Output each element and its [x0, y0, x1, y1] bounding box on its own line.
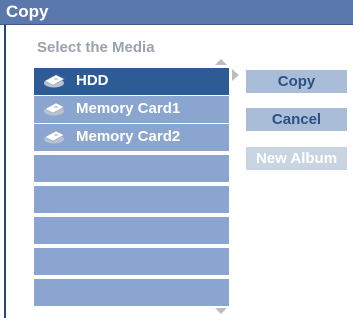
copy-dialog: Copy Select the Media HDD Memory Card1 M…	[0, 0, 353, 318]
cancel-button[interactable]: Cancel	[246, 108, 347, 131]
media-item-label: Memory Card1	[76, 100, 181, 117]
title-bar: Copy	[0, 0, 353, 25]
media-item-hdd[interactable]: HDD	[34, 68, 229, 95]
new-album-button[interactable]: New Album	[246, 147, 347, 170]
dialog-title: Copy	[6, 2, 49, 21]
copy-button[interactable]: Copy	[246, 70, 347, 93]
empty-list-row	[34, 217, 229, 244]
media-item-memory-card2[interactable]: Memory Card2	[34, 124, 229, 151]
empty-list-row	[34, 279, 229, 306]
left-border	[4, 25, 6, 318]
media-item-label: HDD	[76, 72, 109, 89]
selection-pointer-icon	[232, 69, 239, 81]
memory-card-icon	[44, 102, 65, 116]
empty-list-row	[34, 155, 229, 182]
hdd-disk-icon	[44, 74, 65, 88]
media-item-memory-card1[interactable]: Memory Card1	[34, 96, 229, 123]
empty-list-row	[34, 186, 229, 213]
memory-card-icon	[44, 130, 65, 144]
media-list-heading: Select the Media	[37, 39, 155, 56]
media-item-label: Memory Card2	[76, 128, 181, 145]
scroll-up-arrow-icon[interactable]	[215, 59, 227, 65]
scroll-down-arrow-icon[interactable]	[215, 308, 227, 314]
empty-list-row	[34, 248, 229, 275]
